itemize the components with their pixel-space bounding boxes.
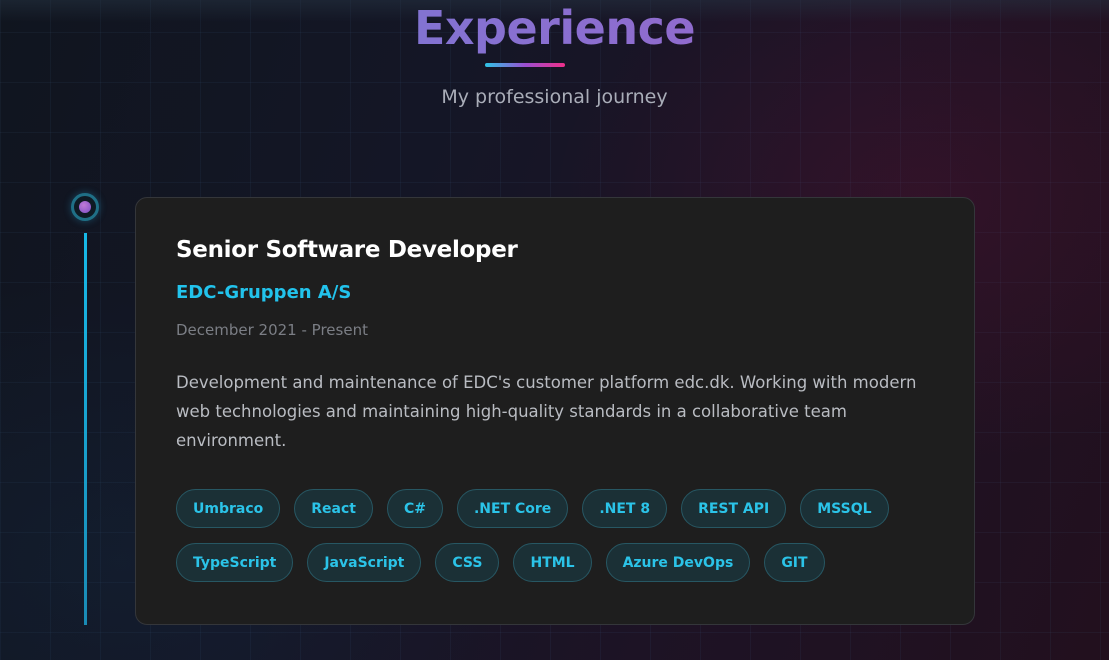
experience-card: Senior Software Developer EDC-Gruppen A/… (135, 197, 975, 625)
job-dates: December 2021 - Present (176, 321, 368, 339)
tech-tag: GIT (764, 543, 825, 582)
section-title: Experience (0, 0, 1109, 59)
timeline-dot (71, 193, 99, 221)
tech-tags: Umbraco React C# .NET Core .NET 8 REST A… (176, 489, 956, 582)
section-subtitle: My professional journey (441, 86, 668, 108)
tech-tag: Umbraco (176, 489, 281, 528)
tech-tag: .NET Core (456, 489, 569, 528)
tech-tag: JavaScript (307, 543, 422, 582)
tech-tag: CSS (435, 543, 500, 582)
tech-tag: TypeScript (176, 543, 294, 582)
tech-tag: .NET 8 (582, 489, 668, 528)
tech-tag: REST API (681, 489, 787, 528)
tech-tag: Azure DevOps (605, 543, 751, 582)
job-title: Senior Software Developer (176, 237, 518, 263)
tech-tag: HTML (513, 543, 592, 582)
tech-tag: C# (386, 489, 443, 528)
job-description: Development and maintenance of EDC's cus… (176, 373, 917, 450)
tech-tag: React (294, 489, 373, 528)
timeline-line (84, 233, 87, 625)
timeline-dot-inner (79, 201, 91, 213)
company-name: EDC-Gruppen A/S (176, 282, 352, 303)
tech-tag: MSSQL (800, 489, 889, 528)
title-underline (485, 63, 565, 67)
